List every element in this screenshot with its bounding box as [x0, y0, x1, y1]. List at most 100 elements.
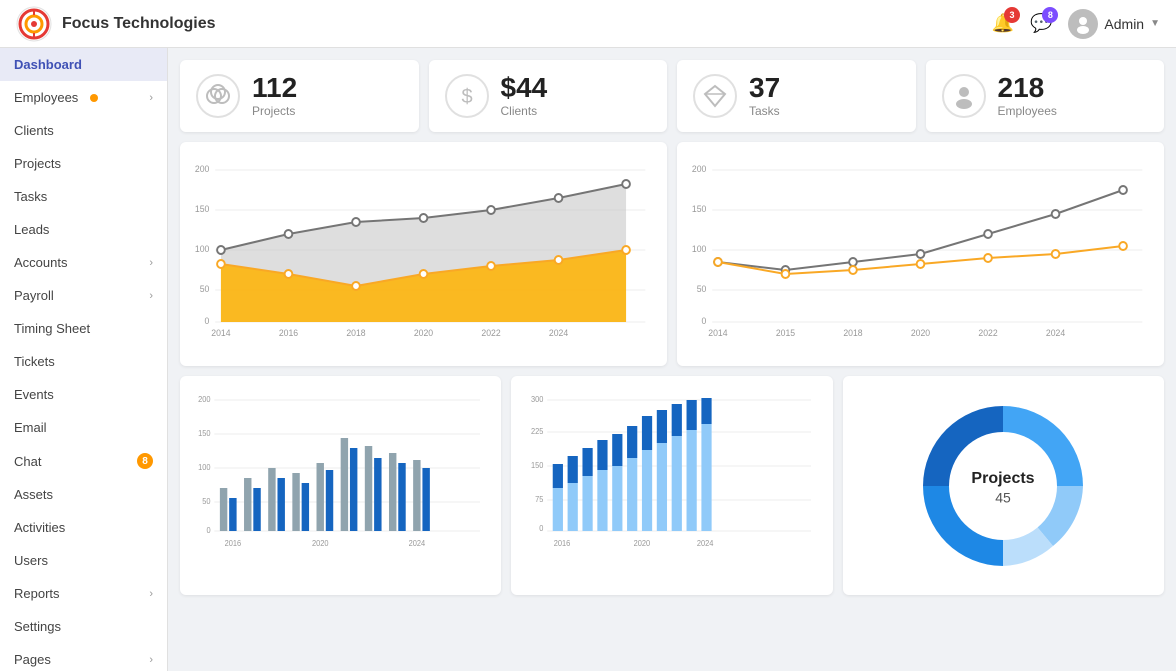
- stat-card-clients: $ $44 Clients: [429, 60, 668, 132]
- area-chart-2: 200 150 100 50 0: [677, 142, 1164, 366]
- sidebar-item-accounts[interactable]: Accounts ›: [0, 246, 167, 279]
- stat-label-employees: Employees: [998, 104, 1057, 118]
- sidebar-item-employees[interactable]: Employees ›: [0, 81, 167, 114]
- svg-text:100: 100: [692, 244, 707, 254]
- sidebar-item-label: Settings: [14, 619, 61, 634]
- svg-text:2016: 2016: [225, 539, 242, 548]
- sidebar-item-leads[interactable]: Leads: [0, 213, 167, 246]
- stat-card-tasks: 37 Tasks: [677, 60, 916, 132]
- sidebar-item-payroll[interactable]: Payroll›: [0, 279, 167, 312]
- svg-text:200: 200: [195, 164, 210, 174]
- topbar-title: Focus Technologies: [62, 15, 216, 33]
- sidebar-item-label: Dashboard: [14, 57, 82, 72]
- svg-text:300: 300: [531, 395, 543, 404]
- svg-text:Projects: Projects: [972, 470, 1035, 487]
- svg-text:100: 100: [198, 463, 210, 472]
- sidebar: Dashboard Employees › Clients Projects Tasks L…: [0, 48, 168, 671]
- coins-icon: [196, 74, 240, 118]
- svg-text:0: 0: [206, 526, 210, 535]
- admin-button[interactable]: Admin ▼: [1068, 9, 1160, 39]
- svg-text:150: 150: [195, 204, 210, 214]
- donut-chart: Projects 45: [843, 376, 1164, 595]
- svg-text:2018: 2018: [346, 328, 365, 338]
- sidebar-item-label: Events: [14, 387, 54, 402]
- sidebar-item-events[interactable]: Events: [0, 378, 167, 411]
- notifications-button[interactable]: 🔔 3: [992, 13, 1014, 34]
- svg-text:2014: 2014: [708, 328, 727, 338]
- sidebar-item-label: Assets: [14, 487, 53, 502]
- sidebar-item-label: Activities: [14, 520, 65, 535]
- sidebar-item-label: Email: [14, 420, 47, 435]
- avatar: [1068, 9, 1098, 39]
- svg-text:2014: 2014: [211, 328, 230, 338]
- svg-text:2020: 2020: [312, 539, 329, 548]
- stat-card-projects: 112 Projects: [180, 60, 419, 132]
- svg-text:2016: 2016: [554, 539, 571, 548]
- sidebar-item-reports[interactable]: Reports›: [0, 577, 167, 610]
- sidebar-item-chat[interactable]: Chat 8: [0, 444, 167, 478]
- sidebar-item-tasks[interactable]: Tasks: [0, 180, 167, 213]
- stat-number-tasks: 37: [749, 74, 780, 102]
- bar-chart-1: 200 150 100 50 0: [180, 376, 501, 595]
- sidebar-item-label: Chat: [14, 454, 41, 469]
- stat-card-employees: 218 Employees: [926, 60, 1165, 132]
- sidebar-item-dashboard[interactable]: Dashboard: [0, 48, 167, 81]
- dollar-icon: $: [445, 74, 489, 118]
- area-chart-1: 200 150 100 50 0: [180, 142, 667, 366]
- messages-button[interactable]: 💬 8: [1030, 13, 1052, 34]
- sidebar-item-label: Tickets: [14, 354, 55, 369]
- sidebar-item-label: Users: [14, 553, 48, 568]
- svg-text:2024: 2024: [1046, 328, 1065, 338]
- sidebar-item-email[interactable]: Email: [0, 411, 167, 444]
- sidebar-item-label: Employees: [14, 90, 78, 105]
- svg-text:2020: 2020: [634, 539, 651, 548]
- svg-text:45: 45: [996, 489, 1012, 505]
- employees-dot: [90, 94, 98, 102]
- stat-label-projects: Projects: [252, 104, 297, 118]
- sidebar-item-activities[interactable]: Activities: [0, 511, 167, 544]
- stat-label-clients: Clients: [501, 104, 548, 118]
- sidebar-item-projects[interactable]: Projects: [0, 147, 167, 180]
- topbar-left: Focus Technologies: [16, 6, 216, 42]
- sidebar-item-label: Accounts: [14, 255, 67, 270]
- sidebar-item-label: Projects: [14, 156, 61, 171]
- svg-text:100: 100: [195, 244, 210, 254]
- chevron-right-icon: ›: [149, 92, 153, 104]
- stat-number-employees: 218: [998, 74, 1057, 102]
- sidebar-item-label: Timing Sheet: [14, 321, 90, 336]
- sidebar-item-pages[interactable]: Pages›: [0, 643, 167, 671]
- sidebar-item-settings[interactable]: Settings: [0, 610, 167, 643]
- sidebar-item-clients[interactable]: Clients: [0, 114, 167, 147]
- stat-label-tasks: Tasks: [749, 104, 780, 118]
- svg-text:75: 75: [535, 495, 543, 504]
- topbar-right: 🔔 3 💬 8 Admin ▼: [992, 9, 1160, 39]
- sidebar-item-label: Pages: [14, 652, 51, 667]
- svg-text:2024: 2024: [409, 539, 426, 548]
- sidebar-item-users[interactable]: Users: [0, 544, 167, 577]
- bar-chart-2: 300 225 150 75 0: [511, 376, 832, 595]
- svg-text:0: 0: [540, 524, 544, 533]
- svg-text:50: 50: [202, 497, 210, 506]
- charts-row1: 200 150 100 50 0: [180, 142, 1164, 366]
- svg-text:200: 200: [198, 395, 210, 404]
- sidebar-badge: 8: [137, 453, 153, 469]
- sidebar-item-label: Leads: [14, 222, 49, 237]
- stat-number-clients: $44: [501, 74, 548, 102]
- svg-text:200: 200: [692, 164, 707, 174]
- sidebar-item-assets[interactable]: Assets: [0, 478, 167, 511]
- chevron-right-icon: ›: [149, 257, 153, 269]
- svg-text:2020: 2020: [911, 328, 930, 338]
- svg-text:150: 150: [198, 429, 210, 438]
- sidebar-item-timing-sheet[interactable]: Timing Sheet: [0, 312, 167, 345]
- logo-icon: [16, 6, 52, 42]
- charts-row2: 200 150 100 50 0: [180, 376, 1164, 595]
- svg-text:2024: 2024: [549, 328, 568, 338]
- svg-text:150: 150: [531, 461, 543, 470]
- svg-text:$: $: [461, 86, 472, 108]
- main-layout: Dashboard Employees › Clients Projects Tasks L…: [0, 48, 1176, 671]
- admin-chevron-icon: ▼: [1150, 18, 1160, 29]
- svg-text:2020: 2020: [414, 328, 433, 338]
- sidebar-item-tickets[interactable]: Tickets: [0, 345, 167, 378]
- notifications-badge: 3: [1004, 7, 1020, 23]
- admin-label: Admin: [1104, 16, 1144, 32]
